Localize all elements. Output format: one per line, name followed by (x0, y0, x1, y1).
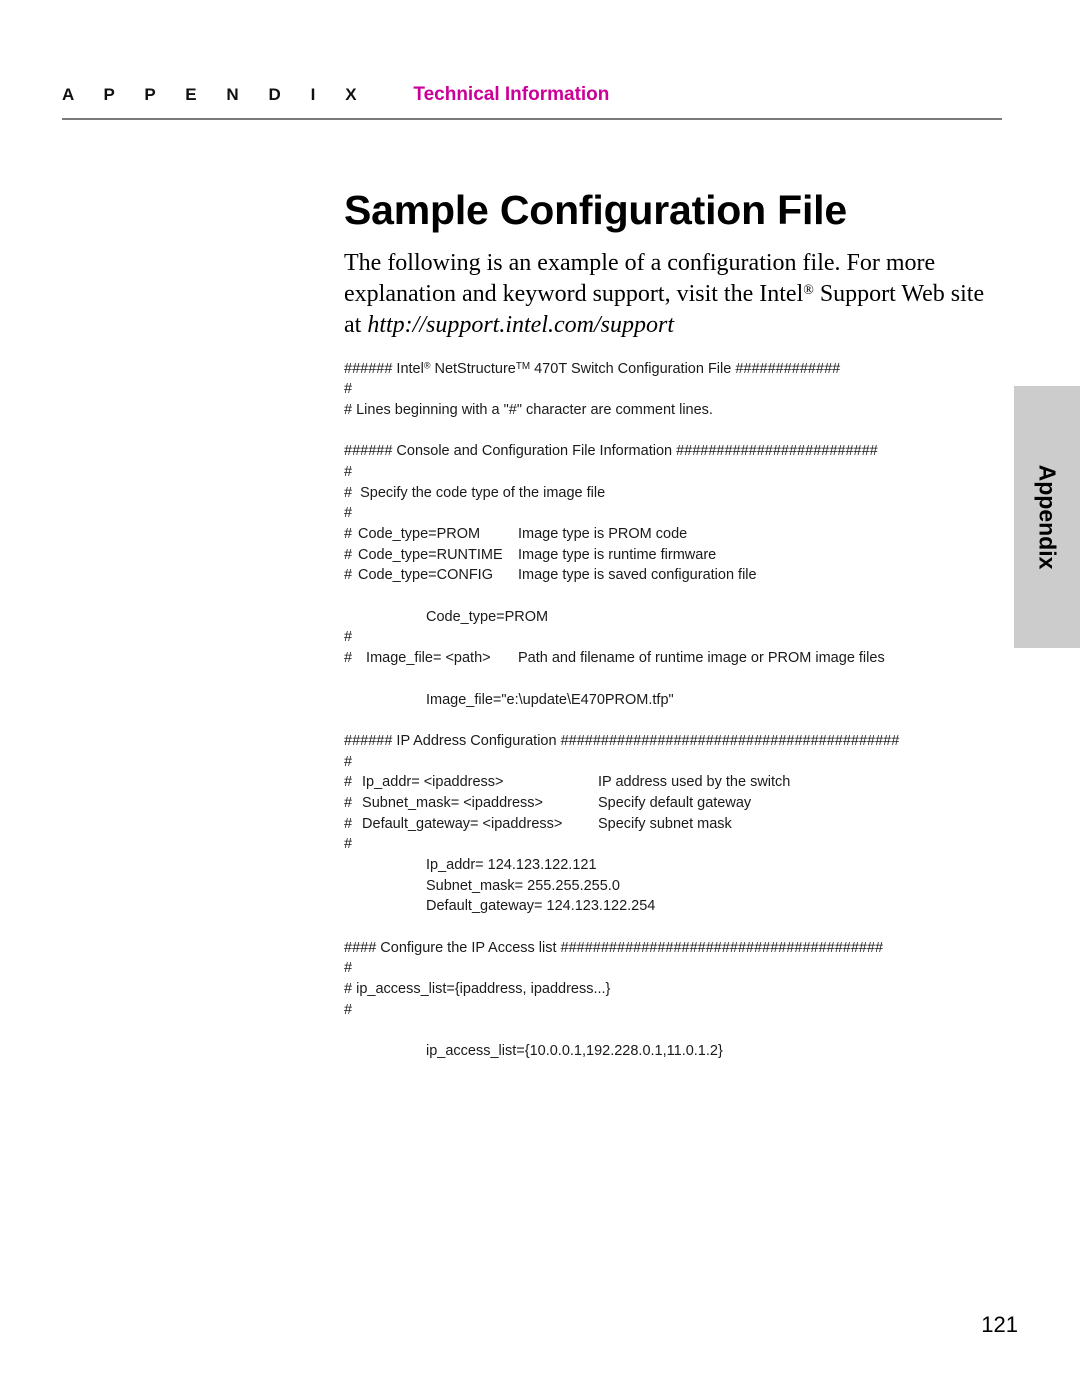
config-line: ###### Intel® NetStructureTM 470T Switch… (344, 360, 841, 377)
config-line: Default_gateway= 124.123.122.254 (344, 896, 1004, 917)
config-line: # Lines beginning with a "#" character a… (344, 401, 713, 418)
config-keyword: Subnet_mask= <ipaddress> (358, 794, 543, 811)
config-description: Image type is saved configuration file (518, 567, 757, 584)
config-line: ###### Console and Configuration File In… (344, 443, 878, 460)
config-line: Image_file="e:\update\E470PROM.tfp" (344, 690, 1004, 711)
support-url: http://support.intel.com/support (367, 312, 674, 338)
config-line (344, 586, 1004, 607)
config-line: # (344, 1001, 353, 1018)
config-line: # Code_type=RUNTIME Image type is runtime … (344, 545, 1004, 566)
config-line: # (344, 836, 353, 853)
comment-hash: # (344, 526, 353, 542)
config-line: # Image_file= <path> Path and filename of… (344, 648, 1004, 669)
header-divider (62, 118, 1002, 120)
comment-hash: # (344, 546, 353, 563)
section-title: Technical Information (413, 84, 610, 105)
config-line: # (344, 505, 353, 522)
config-description: Path and filename of runtime image or PR… (518, 650, 885, 667)
registered-mark: ® (803, 282, 814, 298)
comment-hash: # (344, 815, 353, 832)
config-line: Ip_addr= 124.123.122.121 (344, 855, 1004, 876)
comment-hash: # (344, 650, 353, 667)
config-line: # (344, 960, 353, 977)
config-line: Code_type=PROM (344, 607, 1004, 628)
config-description: Specify default gateway (598, 794, 752, 811)
config-line: ip_access_list={10.0.0.1,192.228.0.1,11.… (344, 1041, 1004, 1062)
config-keyword: Image_file= <path> (358, 650, 491, 667)
config-line (344, 421, 1004, 442)
page-number: 121 (981, 1312, 1018, 1337)
config-line: Subnet_mask= 255.255.255.0 (344, 876, 1004, 897)
config-line: # Code_type=PROM Image type is PROM code (344, 524, 1004, 545)
comment-hash: # (344, 567, 353, 584)
appendix-kicker: A P P E N D I X (62, 85, 364, 104)
page-title: Sample Configuration File (344, 187, 847, 234)
comment-hash: # (344, 774, 353, 791)
config-value: Default_gateway= 124.123.122.254 (426, 898, 656, 915)
config-line: # (344, 463, 353, 480)
config-value: Ip_addr= 124.123.122.121 (426, 857, 597, 873)
config-value: Code_type=PROM (426, 608, 549, 625)
appendix-thumb-tab-label: Appendix (1034, 464, 1061, 570)
config-line: # Code_type=CONFIG Image type is saved con… (344, 565, 1004, 586)
config-line: # (344, 381, 353, 398)
config-line (344, 917, 1004, 938)
config-line (344, 669, 1004, 690)
config-description: Image type is PROM code (518, 526, 688, 542)
config-keyword: Default_gateway= <ipaddress> (358, 815, 563, 832)
sample-config-listing: ###### Intel® NetStructureTM 470T Switch… (344, 359, 1004, 1062)
config-description: IP address used by the switch (598, 774, 791, 791)
config-value: Image_file="e:\update\E470PROM.tfp" (426, 691, 674, 708)
config-value: ip_access_list={10.0.0.1,192.228.0.1,11.… (426, 1043, 723, 1060)
config-description: Specify subnet mask (598, 815, 732, 832)
config-keyword: Code_type=PROM (358, 526, 481, 542)
config-line: #### Configure the IP Access list ######… (344, 939, 884, 956)
config-value: Subnet_mask= 255.255.255.0 (426, 877, 620, 894)
trademark-mark: TM (515, 360, 531, 372)
running-header: A P P E N D I X Technical Information (62, 84, 1002, 106)
config-line (344, 710, 1004, 731)
intro-paragraph: The following is an example of a configu… (344, 248, 992, 341)
config-line: ###### IP Address Configuration ########… (344, 732, 900, 749)
config-line: # Default_gateway= <ipaddress> Specify su… (344, 814, 1004, 835)
config-description: Image type is runtime firmware (518, 546, 717, 563)
config-keyword: Code_type=RUNTIME (358, 546, 503, 563)
config-line: # (344, 753, 353, 770)
appendix-thumb-tab: Appendix (1014, 386, 1080, 648)
config-line: # ip_access_list={ipaddress, ipaddress..… (344, 981, 611, 998)
comment-hash: # (344, 794, 353, 811)
config-line: # Ip_addr= <ipaddress> IP address used by… (344, 772, 1004, 793)
config-keyword: Ip_addr= <ipaddress> (358, 774, 504, 791)
config-line: # (344, 629, 353, 646)
config-line (344, 1021, 1004, 1042)
config-keyword: Code_type=CONFIG (358, 567, 493, 584)
config-line: # Specify the code type of the image fil… (344, 484, 606, 501)
config-line: # Subnet_mask= <ipaddress> Specify defaul… (344, 793, 1004, 814)
manual-page: A P P E N D I X Technical Information Sa… (0, 0, 1080, 1388)
